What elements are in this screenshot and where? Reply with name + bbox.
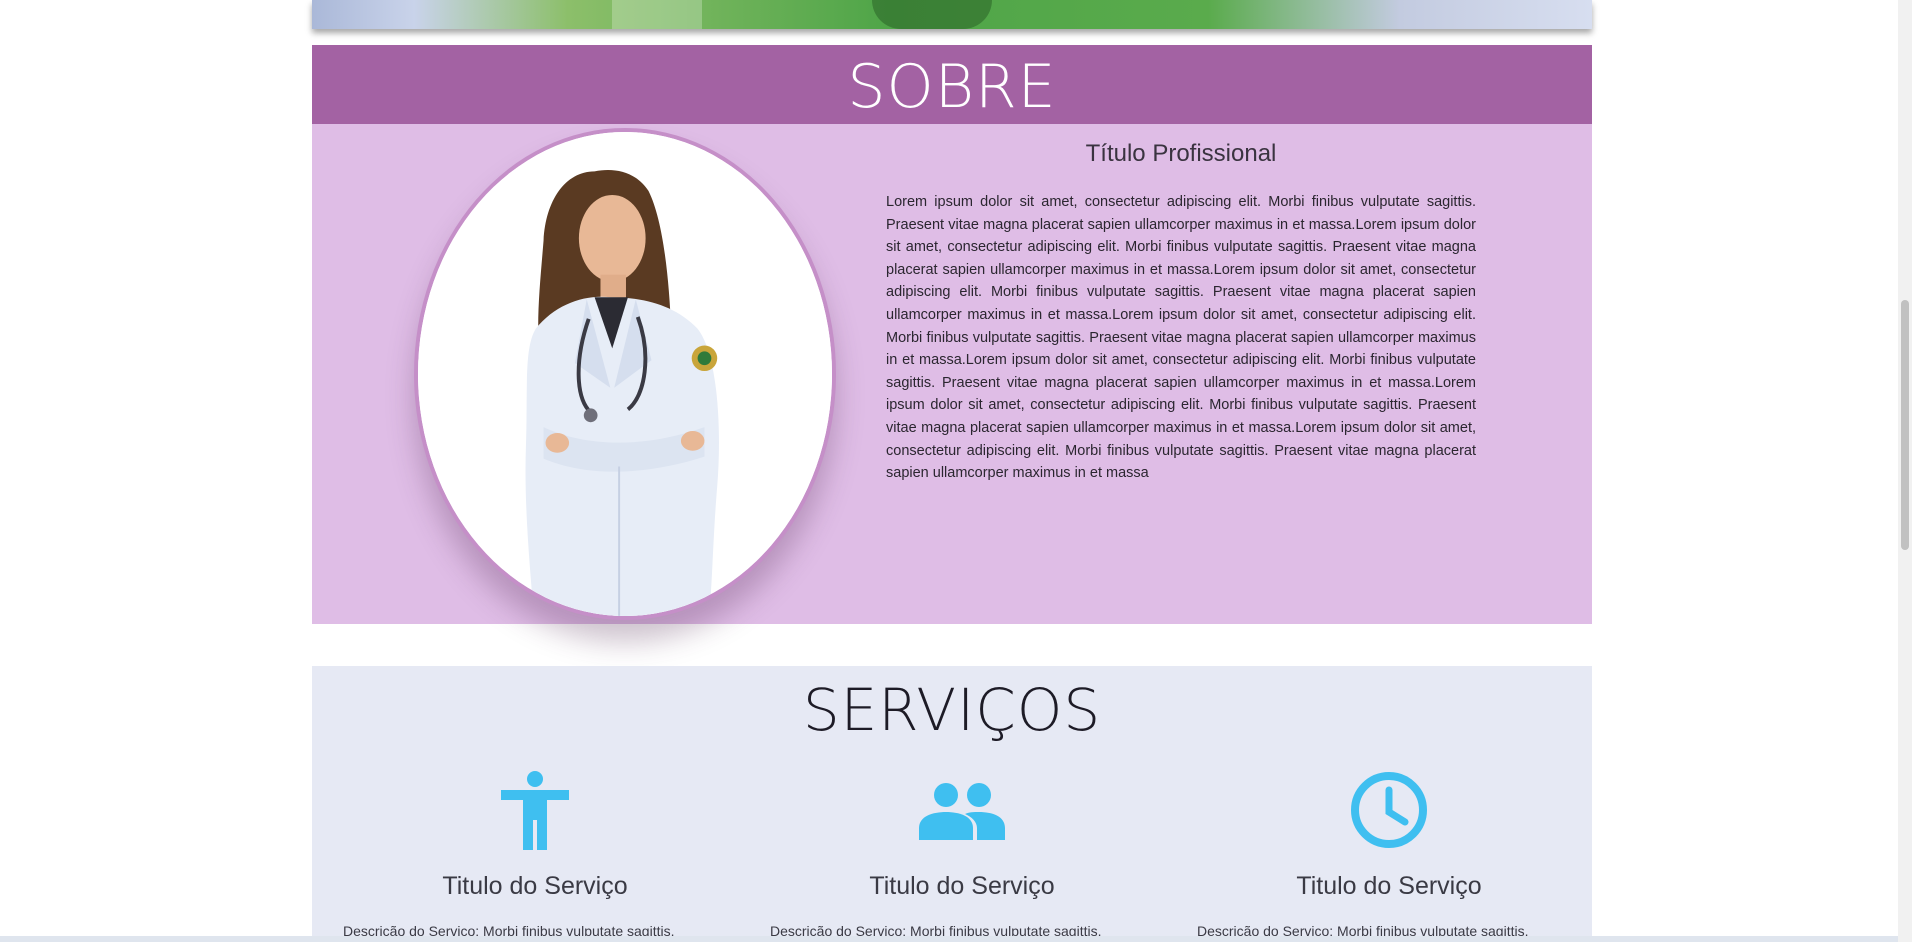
service-title: Titulo do Serviço [442,872,628,900]
servicos-heading: SERVIÇOS [802,676,1102,744]
scrollbar-thumb[interactable] [1901,300,1909,550]
service-title: Titulo do Serviço [869,872,1055,900]
professional-title: Título Profissional [1085,140,1277,167]
service-card: Titulo do Serviço Descrição do Serviço: … [1179,766,1599,942]
vertical-scrollbar[interactable] [1898,0,1912,942]
accessibility-icon [501,771,569,850]
clock-icon [1351,772,1427,848]
servicos-section: SERVIÇOS Titulo do Serviço Descrição do … [312,666,1592,942]
service-title: Titulo do Serviço [1296,872,1482,900]
about-text: Lorem ipsum dolor sit amet, consectetur … [886,194,1476,482]
service-card: Titulo do Serviço Descrição do Serviço: … [325,766,745,942]
doctor-portrait [414,128,836,620]
sobre-content: Título Profissional Lorem ipsum dolor si… [312,124,1592,624]
people-icon [919,783,1005,840]
sobre-heading: SOBRE [312,45,1592,124]
service-card: Titulo do Serviço Descrição do Serviço: … [752,766,1172,942]
page: SOBRE Título Profissional Lorem ipsum do… [0,0,1912,942]
hero-image-bottom [312,0,1592,29]
bottom-edge [0,936,1898,942]
